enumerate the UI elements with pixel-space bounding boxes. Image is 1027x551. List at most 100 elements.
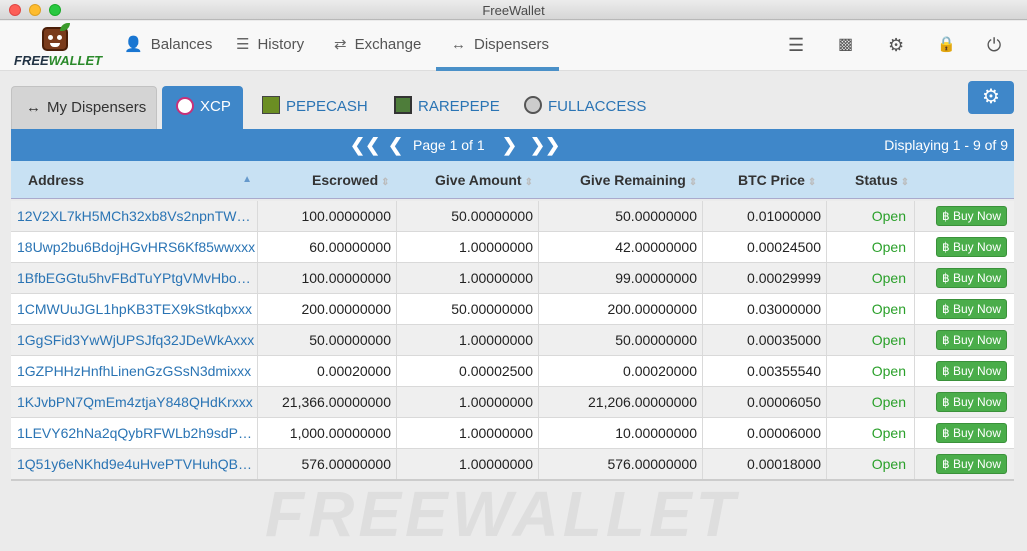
btc-price-cell: 0.00006000 — [703, 418, 827, 448]
settings-button[interactable]: ⚙ — [968, 81, 1014, 114]
buy-cell: ฿ Buy Now — [915, 449, 1014, 479]
escrowed-cell: 21,366.00000000 — [258, 387, 397, 417]
nav-exchange[interactable]: ⇄ Exchange — [334, 21, 421, 71]
next-page-icon[interactable]: ❯ — [502, 129, 517, 161]
buy-now-button[interactable]: ฿ Buy Now — [936, 299, 1007, 319]
give-remaining-cell: 42.00000000 — [539, 232, 703, 262]
address-link[interactable]: 1KJvbPN7QmEm4ztjaY848QHdKrxxx — [11, 387, 258, 417]
buy-now-label: Buy Now — [952, 333, 1001, 347]
btc-price-cell: 0.01000000 — [703, 201, 827, 231]
power-icon[interactable]: ⏻ — [987, 34, 1001, 56]
table-row: 1GgSFid3YwWjUPSJfq32JDeWkAxxx 50.00000000… — [11, 325, 1014, 356]
buy-now-button[interactable]: ฿ Buy Now — [936, 268, 1007, 288]
column-header-escrowed[interactable]: Escrowed ⇕ — [312, 161, 390, 202]
column-header-address[interactable]: Address ▲ — [28, 161, 252, 199]
escrowed-cell: 1,000.00000000 — [258, 418, 397, 448]
buy-cell: ฿ Buy Now — [915, 418, 1014, 448]
bitcoin-icon: ฿ — [942, 364, 953, 378]
address-link[interactable]: 18Uwp2bu6BdojHGvHRS6Kf85wwxxx — [11, 232, 258, 262]
nav-dispensers[interactable]: ↔ Dispensers — [436, 21, 559, 71]
give-remaining-cell: 0.00020000 — [539, 356, 703, 386]
sort-asc-icon: ▲ — [242, 174, 252, 185]
give-remaining-cell: 99.00000000 — [539, 263, 703, 293]
bitcoin-icon: ฿ — [942, 271, 953, 285]
column-header-give-amount[interactable]: Give Amount ⇕ — [435, 161, 533, 202]
tab-fullaccess-label: FULLACCESS — [548, 98, 647, 115]
tab-fullaccess[interactable]: FULLACCESS — [524, 86, 646, 130]
lock-icon[interactable]: 🔒 — [937, 34, 956, 56]
tab-my-dispensers[interactable]: ↔ My Dispensers — [11, 86, 157, 130]
status-cell: Open — [827, 232, 915, 262]
settings-gears-icon[interactable]: ⚙ — [888, 34, 904, 56]
status-cell: Open — [827, 325, 915, 355]
buy-cell: ฿ Buy Now — [915, 325, 1014, 355]
give-amount-cell: 1.00000000 — [397, 418, 539, 448]
list-view-icon[interactable]: ☰ — [788, 34, 804, 56]
nav-history[interactable]: ☰ History — [236, 21, 304, 71]
buy-now-button[interactable]: ฿ Buy Now — [936, 392, 1007, 412]
displaying-count: Displaying 1 - 9 of 9 — [884, 137, 1008, 153]
last-page-icon[interactable]: ❯❯ — [530, 129, 560, 161]
prev-page-icon[interactable]: ❮ — [388, 129, 403, 161]
address-link[interactable]: 1GZPHHzHnfhLinenGzGSsN3dmixxx — [11, 356, 258, 386]
table-bottom-border — [11, 479, 1014, 481]
buy-now-button[interactable]: ฿ Buy Now — [936, 361, 1007, 381]
buy-now-button[interactable]: ฿ Buy Now — [936, 423, 1007, 443]
tab-pepecash[interactable]: PEPECASH — [262, 86, 368, 130]
btc-price-cell: 0.00355540 — [703, 356, 827, 386]
tab-pepecash-label: PEPECASH — [286, 98, 368, 115]
escrowed-cell: 100.00000000 — [258, 201, 397, 231]
buy-now-button[interactable]: ฿ Buy Now — [936, 454, 1007, 474]
status-header-label: Status — [855, 172, 898, 188]
escrowed-header-label: Escrowed — [312, 172, 379, 188]
address-link[interactable]: 1BfbEGGtu5hvFBdTuYPtgVMvHboxxx — [11, 263, 258, 293]
buy-now-label: Buy Now — [952, 240, 1001, 254]
status-cell: Open — [827, 449, 915, 479]
give-amount-cell: 0.00002500 — [397, 356, 539, 386]
main-content: FREEWALLET ↔ My Dispensers XCP PEPECASH R… — [0, 72, 1027, 550]
address-link[interactable]: 1Q51y6eNKhd9e4uHvePTVHuhQBxxx — [11, 449, 258, 479]
freewallet-logo[interactable]: FREEWALLET — [14, 23, 103, 69]
address-link[interactable]: 1GgSFid3YwWjUPSJfq32JDeWkAxxx — [11, 325, 258, 355]
table-row: 1LEVY62hNa2qQybRFWLb2h9sdPxxx 1,000.00000… — [11, 418, 1014, 449]
nav-history-label: History — [257, 36, 305, 53]
give-amount-cell: 1.00000000 — [397, 232, 539, 262]
escrowed-cell: 50.00000000 — [258, 325, 397, 355]
status-cell: Open — [827, 294, 915, 324]
tab-rarepepe[interactable]: RAREPEPE — [394, 86, 500, 130]
window-title: FreeWallet — [482, 3, 545, 18]
give-remaining-cell: 576.00000000 — [539, 449, 703, 479]
buy-now-button[interactable]: ฿ Buy Now — [936, 330, 1007, 350]
address-link[interactable]: 1LEVY62hNa2qQybRFWLb2h9sdPxxx — [11, 418, 258, 448]
tab-xcp[interactable]: XCP — [162, 86, 243, 130]
column-header-give-remaining[interactable]: Give Remaining ⇕ — [580, 161, 697, 202]
table-row: 18Uwp2bu6BdojHGvHRS6Kf85wwxxx 60.00000000… — [11, 232, 1014, 263]
give-amount-cell: 1.00000000 — [397, 263, 539, 293]
give-amount-cell: 1.00000000 — [397, 387, 539, 417]
btc-price-cell: 0.00035000 — [703, 325, 827, 355]
status-cell: Open — [827, 201, 915, 231]
address-link[interactable]: 1CMWUuJGL1hpKB3TEX9kStkqbxxx — [11, 294, 258, 324]
nav-dispensers-label: Dispensers — [474, 36, 550, 53]
nav-exchange-label: Exchange — [354, 36, 422, 53]
list-icon: ☰ — [236, 36, 250, 53]
nav-balances[interactable]: 👤 Balances — [124, 21, 212, 71]
btc-price-header-label: BTC Price — [738, 172, 805, 188]
address-link[interactable]: 12V2XL7kH5MCh32xb8Vs2npnTWxxx — [11, 201, 258, 231]
qr-code-icon[interactable]: ▩ — [838, 34, 853, 56]
escrowed-cell: 60.00000000 — [258, 232, 397, 262]
table-row: 1CMWUuJGL1hpKB3TEX9kStkqbxxx 200.00000000… — [11, 294, 1014, 325]
column-header-status[interactable]: Status ⇕ — [855, 161, 909, 202]
tab-xcp-label: XCP — [200, 98, 231, 115]
first-page-icon[interactable]: ❮❮ — [350, 129, 380, 161]
logo-text: FREEWALLET — [14, 53, 103, 68]
column-header-btc-price[interactable]: BTC Price ⇕ — [738, 161, 816, 202]
btc-price-cell: 0.00006050 — [703, 387, 827, 417]
give-amount-cell: 1.00000000 — [397, 449, 539, 479]
buy-now-button[interactable]: ฿ Buy Now — [936, 206, 1007, 226]
buy-now-label: Buy Now — [952, 395, 1001, 409]
give-amount-cell: 50.00000000 — [397, 201, 539, 231]
watermark-logo: FREEWALLET — [265, 478, 739, 550]
escrowed-cell: 100.00000000 — [258, 263, 397, 293]
buy-now-button[interactable]: ฿ Buy Now — [936, 237, 1007, 257]
